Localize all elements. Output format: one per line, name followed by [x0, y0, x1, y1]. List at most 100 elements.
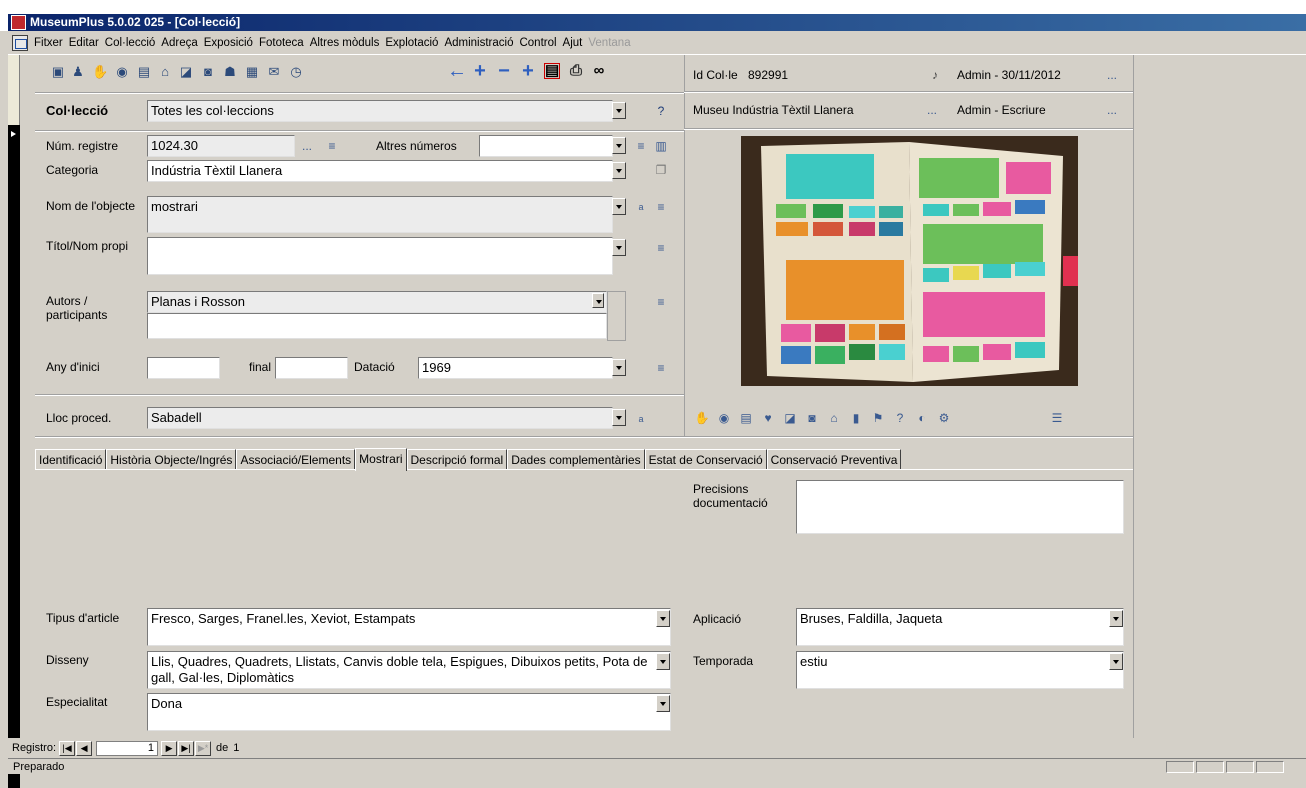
prev-record-button[interactable]: ◀ [76, 740, 93, 756]
plus-icon[interactable]: + [471, 61, 489, 81]
temporada-field[interactable]: estiu [796, 651, 1124, 689]
num-registre-field[interactable]: 1024.30 [147, 135, 295, 157]
document-icon[interactable]: ▤ [739, 411, 753, 425]
nom-objecte-field[interactable]: mostrari [147, 196, 613, 233]
autors-field-2[interactable] [147, 313, 607, 339]
new-record-button[interactable]: ▶* [195, 740, 212, 756]
list-icon[interactable]: ≡ [654, 361, 668, 375]
envelope-icon[interactable]: ✉ [266, 64, 282, 80]
eye-icon[interactable]: ◉ [717, 411, 731, 425]
menu-fitxer[interactable]: Fitxer [31, 37, 66, 49]
clock-icon[interactable]: ◷ [288, 64, 304, 80]
form-icon[interactable]: ▤ [544, 63, 560, 79]
menu-colleccio[interactable]: Col·lecció [102, 37, 159, 49]
datacio-dropdown[interactable] [612, 359, 626, 376]
tipus-dropdown[interactable] [656, 610, 670, 627]
altres-numeros-dropdown[interactable] [612, 137, 626, 154]
any-final-field[interactable] [275, 357, 348, 379]
book-icon[interactable]: ▮ [849, 411, 863, 425]
tab-conservacio[interactable]: Conservació Preventiva [766, 449, 902, 470]
lloc-select[interactable]: Sabadell [147, 407, 613, 429]
tab-identificacio[interactable]: Identificació [35, 449, 107, 470]
datacio-select[interactable]: 1969 [418, 357, 613, 379]
menu-explotacio[interactable]: Explotació [382, 37, 441, 49]
people-icon[interactable]: ☗ [222, 64, 238, 80]
tab-historia[interactable]: Història Objecte/Ingrés [106, 449, 237, 470]
list-icon[interactable]: ☰ [1050, 411, 1064, 425]
menu-adreca[interactable]: Adreça [158, 37, 200, 49]
menu-editar[interactable]: Editar [66, 37, 102, 49]
chart-icon[interactable]: ◪ [178, 64, 194, 80]
autors-field[interactable]: Planas i Rosson [147, 291, 607, 313]
handshake-icon[interactable]: ✋ [695, 411, 710, 425]
question-icon[interactable]: ? [893, 411, 907, 425]
nom-objecte-dropdown[interactable] [612, 198, 626, 215]
record-icon[interactable]: ▣ [50, 64, 66, 80]
current-record-input[interactable]: 1 [96, 740, 159, 756]
next-record-button[interactable]: ▶ [161, 740, 178, 756]
calendar-icon[interactable]: ▦ [244, 64, 260, 80]
tab-descripcio[interactable]: Descripció formal [406, 449, 508, 470]
chart-icon[interactable]: ◪ [783, 411, 797, 425]
person-icon[interactable]: ♟ [70, 64, 86, 80]
list-icon[interactable]: ≡ [325, 139, 339, 153]
aplicacio-dropdown[interactable] [1109, 610, 1123, 627]
menu-administracio[interactable]: Administració [441, 37, 516, 49]
tab-associacio[interactable]: Associació/Elements [236, 449, 356, 470]
first-record-button[interactable]: |◀ [59, 740, 76, 756]
key-icon[interactable]: ♪ [928, 68, 942, 82]
disseny-field[interactable]: Llis, Quadres, Quadrets, Llistats, Canvi… [147, 651, 671, 689]
especialitat-field[interactable]: Dona [147, 693, 671, 731]
precisions-field[interactable] [796, 480, 1124, 534]
building-icon[interactable]: ⌂ [157, 64, 173, 80]
altres-numeros-field[interactable] [479, 135, 613, 157]
window-menu-icon[interactable] [12, 34, 28, 51]
titol-field[interactable] [147, 237, 613, 275]
menu-control[interactable]: Control [516, 37, 559, 49]
tab-dades[interactable]: Dades complementàries [507, 449, 645, 470]
minus-icon[interactable]: − [495, 61, 513, 81]
columns-icon[interactable]: ▥ [654, 139, 668, 153]
list-icon[interactable]: ≡ [654, 295, 668, 309]
globe-icon[interactable]: ◐ [915, 411, 929, 425]
titol-dropdown[interactable] [612, 239, 626, 256]
tipus-field[interactable]: Fresco, Sarges, Franel.les, Xeviot, Esta… [147, 608, 671, 646]
autors-scroll[interactable] [607, 291, 626, 341]
aplicacio-field[interactable]: Bruses, Faldilla, Jaqueta [796, 608, 1124, 646]
num-registre-more-button[interactable]: ... [302, 139, 312, 153]
museum-more-button[interactable]: ... [927, 103, 937, 117]
translate-icon[interactable]: a [634, 200, 648, 214]
tools-icon[interactable]: ⚙ [937, 411, 951, 425]
admin-date-more-button[interactable]: ... [1107, 68, 1117, 82]
categoria-select[interactable]: Indústria Tèxtil Llanera [147, 160, 613, 182]
camera-icon[interactable]: ◙ [805, 411, 819, 425]
menu-exposicio[interactable]: Exposició [201, 37, 256, 49]
arrow-left-icon[interactable]: ← [447, 61, 467, 81]
cup-icon[interactable]: ♥ [761, 411, 775, 425]
tab-mostrari[interactable]: Mostrari [355, 448, 407, 471]
admin-write-more-button[interactable]: ... [1107, 103, 1117, 117]
add-icon[interactable]: + [519, 61, 537, 81]
translate-icon[interactable]: a [634, 412, 648, 426]
list-icon[interactable]: ≡ [654, 200, 668, 214]
coleccio-dropdown[interactable] [612, 102, 626, 119]
menu-altres-moduls[interactable]: Altres mòduls [307, 37, 383, 49]
lloc-dropdown[interactable] [612, 409, 626, 426]
flag-icon[interactable]: ⚑ [871, 411, 885, 425]
last-record-button[interactable]: ▶| [178, 740, 195, 756]
copy-icon[interactable]: ❐ [654, 163, 668, 177]
building-icon[interactable]: ⌂ [827, 411, 841, 425]
tab-estat[interactable]: Estat de Conservació [644, 449, 767, 470]
document-icon[interactable]: ▤ [136, 64, 152, 80]
handshake-icon[interactable]: ✋ [92, 64, 108, 80]
any-inici-field[interactable] [147, 357, 220, 379]
list-icon[interactable]: ≡ [634, 139, 648, 153]
list-icon[interactable]: ≡ [654, 241, 668, 255]
record-selector[interactable] [8, 125, 20, 788]
eye-icon[interactable]: ◉ [114, 64, 130, 80]
especialitat-dropdown[interactable] [656, 695, 670, 712]
object-photo[interactable] [741, 136, 1078, 386]
categoria-dropdown[interactable] [612, 162, 626, 179]
menu-fototeca[interactable]: Fototeca [256, 37, 307, 49]
autors-dropdown[interactable] [592, 293, 604, 308]
